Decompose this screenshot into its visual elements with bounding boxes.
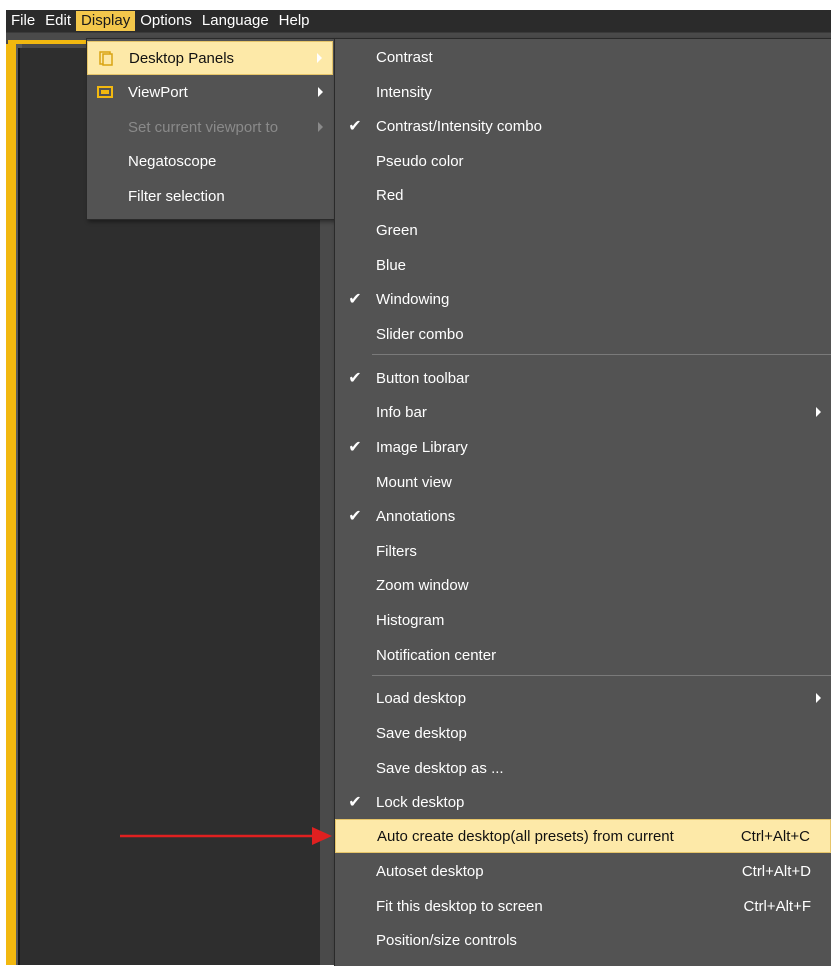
menu-item-desktop-panels[interactable]: Desktop Panels	[87, 41, 333, 75]
check-icon: ✔	[348, 118, 362, 135]
viewport-icon	[97, 86, 113, 98]
menu-item-notification-center[interactable]: Notification center	[335, 638, 831, 672]
menu-item-label: Annotations	[376, 507, 456, 525]
menu-item-lock-desktop[interactable]: ✔ Lock desktop	[335, 785, 831, 819]
menu-separator	[372, 354, 831, 355]
menu-item-label: Load desktop	[376, 689, 467, 707]
menu-item-label: Info bar	[376, 403, 427, 421]
check-icon: ✔	[348, 794, 362, 811]
check-icon: ✔	[348, 508, 362, 525]
menu-display[interactable]: Display	[76, 11, 136, 31]
menu-item-viewport[interactable]: ViewPort	[87, 75, 333, 109]
menu-item-label: Contrast/Intensity combo	[376, 117, 542, 135]
menu-item-label: Pseudo color	[376, 152, 464, 170]
menu-item-pseudo-color[interactable]: Pseudo color	[335, 144, 831, 178]
menu-item-save-desktop-as[interactable]: Save desktop as ...	[335, 751, 831, 785]
menu-item-shortcut: Ctrl+Alt+F	[743, 897, 811, 915]
menu-item-label: Position/size controls	[376, 931, 517, 949]
menu-item-label: Filters	[376, 542, 417, 560]
menu-item-histogram[interactable]: Histogram	[335, 603, 831, 637]
menu-item-info-bar[interactable]: Info bar	[335, 395, 831, 429]
menu-item-label: Blue	[376, 256, 407, 274]
menu-item-label: Slider combo	[376, 325, 464, 343]
menu-item-label: Green	[376, 221, 418, 239]
check-icon: ✔	[348, 291, 362, 308]
menu-item-contrast-intensity-combo[interactable]: ✔ Contrast/Intensity combo	[335, 109, 831, 143]
menu-item-set-viewport: Set current viewport to	[87, 110, 333, 144]
menu-item-label: Save desktop	[376, 724, 467, 742]
chevron-right-icon	[317, 53, 322, 63]
menu-item-label: Histogram	[376, 611, 445, 629]
menu-item-filter-selection[interactable]: Filter selection	[87, 179, 333, 213]
menu-item-label: Windowing	[376, 290, 450, 308]
menu-file[interactable]: File	[6, 11, 40, 31]
chevron-right-icon	[318, 87, 323, 97]
menu-item-negatoscope[interactable]: Negatoscope	[87, 144, 333, 178]
menu-item-label: Auto create desktop(all presets) from cu…	[377, 827, 674, 845]
menu-item-blue[interactable]: Blue	[335, 248, 831, 282]
menu-item-fit-desktop[interactable]: Fit this desktop to screen Ctrl+Alt+F	[335, 889, 831, 923]
menu-item-green[interactable]: Green	[335, 213, 831, 247]
chevron-right-icon	[318, 122, 323, 132]
menu-item-annotations[interactable]: ✔ Annotations	[335, 499, 831, 533]
check-icon: ✔	[348, 439, 362, 456]
menu-item-red[interactable]: Red	[335, 178, 831, 212]
menu-item-image-library[interactable]: ✔ Image Library	[335, 430, 831, 464]
menu-item-label: Desktop Panels	[129, 49, 235, 67]
panels-icon	[99, 51, 113, 66]
menu-item-shortcut: Ctrl+Alt+D	[741, 862, 811, 880]
menu-item-label: Red	[376, 186, 404, 204]
menu-item-label: Button toolbar	[376, 369, 470, 387]
menu-item-label: Fit this desktop to screen	[376, 897, 543, 915]
menu-item-button-toolbar[interactable]: ✔ Button toolbar	[335, 361, 831, 395]
menu-help[interactable]: Help	[274, 11, 315, 31]
menu-item-label: Set current viewport to	[128, 118, 279, 136]
menu-item-label: Contrast	[376, 48, 433, 66]
display-menu: Desktop Panels ViewPort Set current view…	[86, 38, 336, 220]
menu-item-auto-create-desktop[interactable]: Auto create desktop(all presets) from cu…	[335, 819, 831, 853]
menu-item-windowing[interactable]: ✔ Windowing	[335, 282, 831, 316]
desktop-panels-submenu: Contrast Intensity ✔ Contrast/Intensity …	[334, 38, 831, 966]
menu-language[interactable]: Language	[197, 11, 274, 31]
menu-item-label: Mount view	[376, 473, 452, 491]
menu-item-label: Zoom window	[376, 576, 469, 594]
menu-item-label: Notification center	[376, 646, 497, 664]
menu-item-mount-view[interactable]: Mount view	[335, 465, 831, 499]
menu-item-label: Intensity	[376, 83, 432, 101]
menu-item-shortcut: Ctrl+Alt+C	[740, 827, 810, 845]
check-icon: ✔	[348, 370, 362, 387]
menu-item-label: Image Library	[376, 438, 468, 456]
menu-item-label: Filter selection	[128, 187, 225, 205]
menu-item-zoom-window[interactable]: Zoom window	[335, 568, 831, 602]
menu-item-label: Negatoscope	[128, 152, 217, 170]
menu-item-label: ViewPort	[128, 83, 188, 101]
menu-item-contrast[interactable]: Contrast	[335, 40, 831, 74]
chevron-right-icon	[816, 407, 821, 417]
menu-item-label: Save desktop as ...	[376, 759, 504, 777]
chevron-right-icon	[816, 693, 821, 703]
menu-item-position-size-controls[interactable]: Position/size controls	[335, 923, 831, 957]
menu-item-slider-combo[interactable]: Slider combo	[335, 317, 831, 351]
menu-edit[interactable]: Edit	[40, 11, 76, 31]
menu-options[interactable]: Options	[135, 11, 197, 31]
menu-item-load-desktop[interactable]: Load desktop	[335, 681, 831, 715]
menu-item-label: Lock desktop	[376, 793, 465, 811]
red-arrow-icon	[120, 827, 332, 845]
menu-item-label: Autoset desktop	[376, 862, 484, 880]
menu-item-save-desktop[interactable]: Save desktop	[335, 716, 831, 750]
menu-bar: File Edit Display Options Language Help	[6, 10, 831, 33]
menu-item-filters[interactable]: Filters	[335, 534, 831, 568]
menu-item-autoset-desktop[interactable]: Autoset desktop Ctrl+Alt+D	[335, 854, 831, 888]
menu-item-intensity[interactable]: Intensity	[335, 75, 831, 109]
menu-separator	[372, 675, 831, 676]
